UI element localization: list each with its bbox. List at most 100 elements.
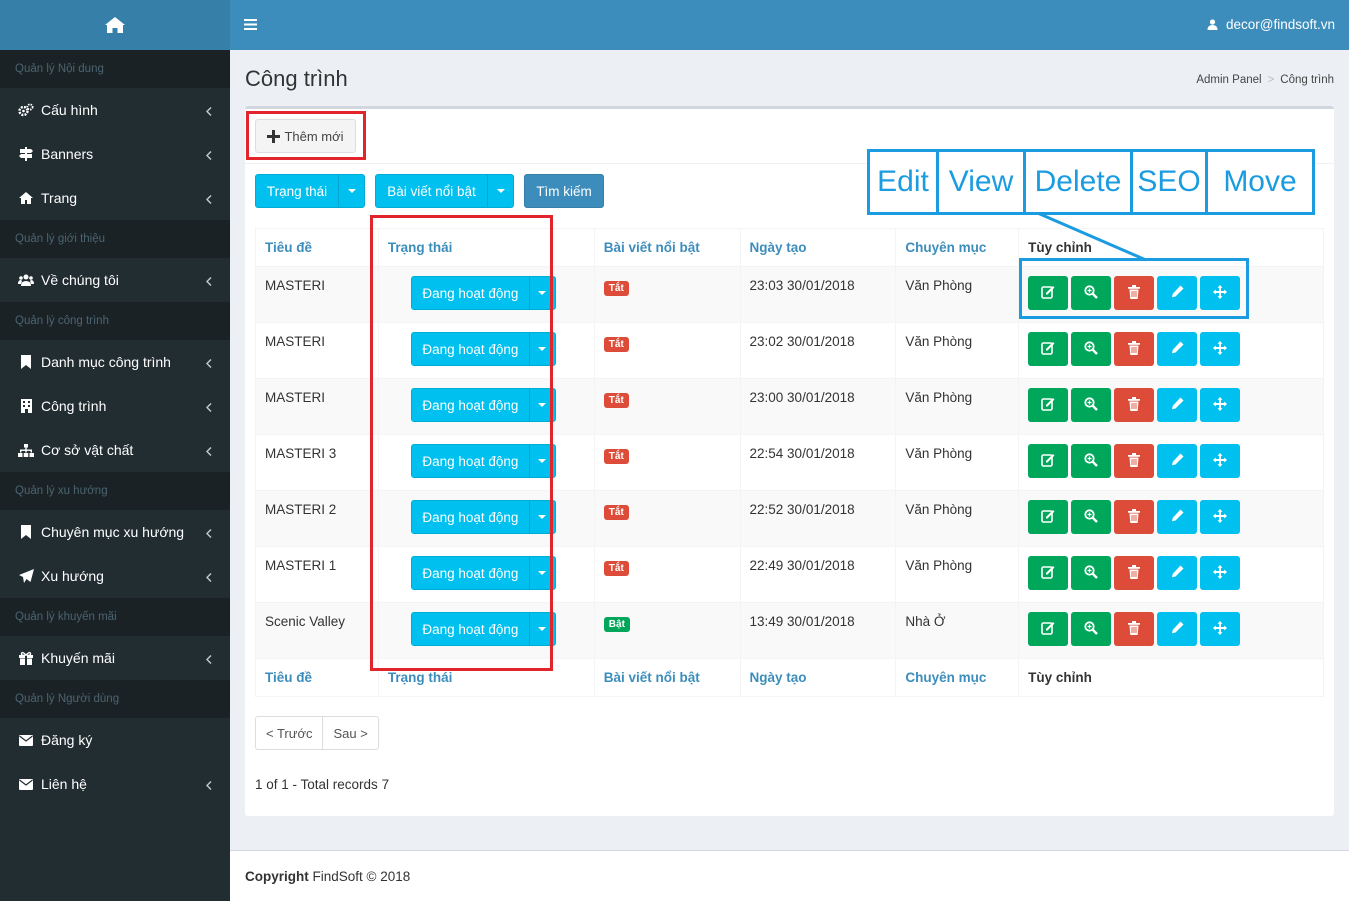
highlight-status-column xyxy=(370,215,553,671)
sidebar-section-header: Quản lý xu hướng xyxy=(0,472,230,510)
sidebar-section-header: Quản lý Người dùng xyxy=(0,680,230,718)
status-filter-label: Trạng thái xyxy=(266,183,328,199)
seo-button[interactable] xyxy=(1157,556,1198,590)
delete-button[interactable] xyxy=(1114,612,1155,646)
sidebar-item[interactable]: Xu hướng xyxy=(0,554,230,598)
pencil-icon xyxy=(1171,565,1184,581)
sidebar-item[interactable]: Banners xyxy=(0,132,230,176)
move-button[interactable] xyxy=(1200,500,1241,534)
next-page-button[interactable]: Sau > xyxy=(323,716,379,750)
column-header[interactable]: Bài viết nổi bật xyxy=(593,228,741,267)
seo-button[interactable] xyxy=(1157,388,1198,422)
envelope-icon xyxy=(18,732,34,748)
sidebar-item[interactable]: Cấu hình xyxy=(0,88,230,132)
featured-toggle-badge[interactable]: Tắt xyxy=(603,505,629,520)
view-button[interactable] xyxy=(1071,444,1112,478)
cell-category: Văn Phòng xyxy=(895,546,1020,603)
cell-date: 22:52 30/01/2018 xyxy=(739,490,897,547)
view-button[interactable] xyxy=(1071,500,1112,534)
breadcrumb-home[interactable]: Admin Panel xyxy=(1196,74,1261,86)
column-header[interactable]: Chuyên mục xyxy=(895,658,1020,697)
chevron-left-icon xyxy=(205,651,212,667)
featured-toggle-badge[interactable]: Tắt xyxy=(603,281,629,296)
delete-button[interactable] xyxy=(1114,388,1155,422)
sidebar-item-label: Banners xyxy=(41,146,94,162)
action-buttons xyxy=(1028,388,1323,422)
move-arrows-icon xyxy=(1213,620,1228,638)
move-button[interactable] xyxy=(1200,388,1241,422)
edit-button[interactable] xyxy=(1028,444,1069,478)
delete-button[interactable] xyxy=(1114,332,1155,366)
sidebar-item[interactable]: Khuyến mãi xyxy=(0,636,230,680)
featured-toggle-badge[interactable]: Tắt xyxy=(603,561,629,576)
featured-filter-dropdown-toggle[interactable] xyxy=(487,175,513,207)
edit-button[interactable] xyxy=(1028,612,1069,646)
move-button[interactable] xyxy=(1200,612,1241,646)
zoom-in-icon xyxy=(1084,620,1099,638)
sidebar-item[interactable]: Về chúng tôi xyxy=(0,258,230,302)
prev-page-button[interactable]: < Trước xyxy=(255,716,324,750)
move-arrows-icon xyxy=(1213,508,1228,526)
sidebar-section-header: Quản lý giới thiệu xyxy=(0,220,230,258)
home-logo[interactable] xyxy=(0,0,230,50)
edit-button[interactable] xyxy=(1028,500,1069,534)
edit-button[interactable] xyxy=(1028,388,1069,422)
user-menu[interactable]: decor@findsoft.vn xyxy=(1207,17,1335,32)
annotation-label: Delete xyxy=(1023,149,1133,215)
home-icon xyxy=(18,190,34,206)
move-button[interactable] xyxy=(1200,332,1241,366)
menu-toggle-icon[interactable] xyxy=(244,19,257,30)
column-header[interactable]: Tiêu đề xyxy=(255,228,379,267)
move-button[interactable] xyxy=(1200,556,1241,590)
edit-button[interactable] xyxy=(1028,332,1069,366)
view-button[interactable] xyxy=(1071,388,1112,422)
edit-button[interactable] xyxy=(1028,556,1069,590)
sidebar-item[interactable]: Đăng ký xyxy=(0,718,230,762)
featured-toggle-badge[interactable]: Tắt xyxy=(603,337,629,352)
sidebar-section-header: Quản lý Nội dung xyxy=(0,50,230,88)
seo-button[interactable] xyxy=(1157,444,1198,478)
move-button[interactable] xyxy=(1200,444,1241,478)
cell-featured: Tắt xyxy=(593,266,741,323)
column-header[interactable]: Ngày tạo xyxy=(739,228,897,267)
sidebar-item[interactable]: Cơ sở vật chất xyxy=(0,428,230,472)
chevron-left-icon xyxy=(205,443,212,459)
edit-icon xyxy=(1041,565,1055,582)
featured-toggle-badge[interactable]: Tắt xyxy=(603,449,629,464)
delete-button[interactable] xyxy=(1114,500,1155,534)
cell-title: MASTERI xyxy=(255,266,379,323)
sidebar-item[interactable]: Trang xyxy=(0,176,230,220)
cell-title: MASTERI 1 xyxy=(255,546,379,603)
featured-filter-button[interactable]: Bài viết nổi bật xyxy=(375,174,514,208)
cell-actions xyxy=(1018,602,1324,659)
view-button[interactable] xyxy=(1071,556,1112,590)
status-filter-dropdown-toggle[interactable] xyxy=(338,175,364,207)
sidebar-item[interactable]: Chuyên mục xu hướng xyxy=(0,510,230,554)
column-header[interactable]: Tiêu đề xyxy=(255,658,379,697)
sidebar-section-header: Quản lý công trình xyxy=(0,302,230,340)
cell-category: Văn Phòng xyxy=(895,322,1020,379)
sidebar-item[interactable]: Danh mục công trình xyxy=(0,340,230,384)
column-header[interactable]: Bài viết nổi bật xyxy=(593,658,741,697)
column-header[interactable]: Ngày tạo xyxy=(739,658,897,697)
search-button[interactable]: Tìm kiếm xyxy=(524,174,604,208)
view-button[interactable] xyxy=(1071,332,1112,366)
featured-toggle-badge[interactable]: Tắt xyxy=(603,393,629,408)
column-header[interactable]: Chuyên mục xyxy=(895,228,1020,267)
seo-button[interactable] xyxy=(1157,332,1198,366)
pagination: < Trước Sau > xyxy=(255,716,379,750)
sidebar-item-label: Đăng ký xyxy=(41,732,93,748)
sidebar-item[interactable]: Liên hệ xyxy=(0,762,230,806)
view-button[interactable] xyxy=(1071,612,1112,646)
page-title: Công trình xyxy=(245,66,348,91)
zoom-in-icon xyxy=(1084,508,1099,526)
featured-toggle-badge[interactable]: Bật xyxy=(603,617,630,632)
delete-button[interactable] xyxy=(1114,556,1155,590)
seo-button[interactable] xyxy=(1157,612,1198,646)
delete-button[interactable] xyxy=(1114,444,1155,478)
zoom-in-icon xyxy=(1084,452,1099,470)
status-filter-button[interactable]: Trạng thái xyxy=(255,174,365,208)
cell-featured: Tắt xyxy=(593,490,741,547)
sidebar-item[interactable]: Công trình xyxy=(0,384,230,428)
seo-button[interactable] xyxy=(1157,500,1198,534)
